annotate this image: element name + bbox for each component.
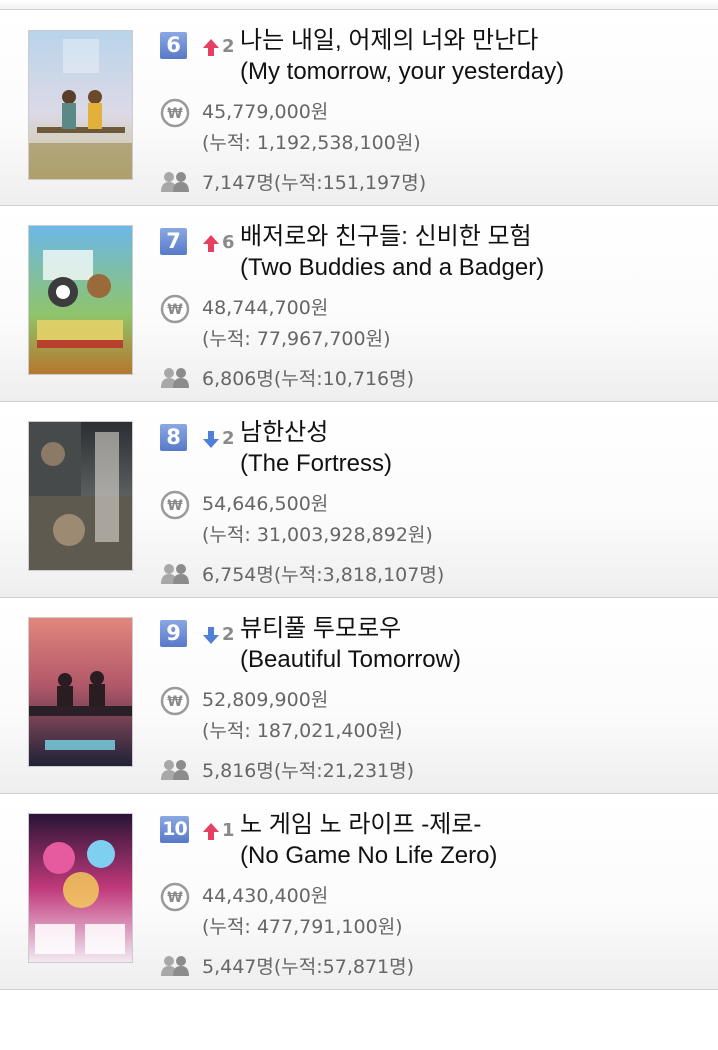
audience-icon xyxy=(161,564,189,584)
movie-row[interactable]: 6 2 나는 내일, 어제의 너와 만난다 (My tomorrow, your… xyxy=(0,10,718,206)
daily-revenue: 44,430,400원 xyxy=(202,885,329,907)
movie-poster[interactable] xyxy=(28,617,133,767)
audience-count: 6,806명(누적:10,716명) xyxy=(202,368,415,390)
title-korean[interactable]: 뷰티풀 투모로우 xyxy=(240,613,710,644)
currency-icon: ₩ xyxy=(160,98,190,128)
daily-revenue: 54,646,500원 xyxy=(202,493,329,515)
rank-badge: 10 xyxy=(160,816,189,843)
daily-revenue: 48,744,700원 xyxy=(202,297,329,319)
movie-poster[interactable] xyxy=(28,813,133,963)
title-korean[interactable]: 남한산성 xyxy=(240,417,710,448)
movie-poster[interactable] xyxy=(28,225,133,375)
audience-count: 6,754명(누적:3,818,107명) xyxy=(202,564,445,586)
audience-count: 5,447명(누적:57,871명) xyxy=(202,956,415,978)
rank-down-icon xyxy=(203,431,219,448)
rank-badge: 7 xyxy=(160,228,187,255)
rank-change: 1 xyxy=(222,820,235,841)
movie-row[interactable]: 8 2 남한산성 (The Fortress) ₩ 54,646,500원 (누… xyxy=(0,402,718,598)
total-revenue: (누적: 31,003,928,892원) xyxy=(202,524,433,546)
rank-down-icon xyxy=(203,627,219,644)
rank-up-icon xyxy=(203,39,219,56)
svg-text:₩: ₩ xyxy=(167,498,183,514)
title-english[interactable]: (My tomorrow, your yesterday) xyxy=(240,56,710,87)
rank-up-icon xyxy=(203,823,219,840)
list-top-edge xyxy=(0,0,718,10)
title-korean[interactable]: 노 게임 노 라이프 -제로- xyxy=(240,809,710,840)
audience-icon xyxy=(161,368,189,388)
svg-text:₩: ₩ xyxy=(167,106,183,122)
total-revenue: (누적: 77,967,700원) xyxy=(202,328,391,350)
box-office-list: 6 2 나는 내일, 어제의 너와 만난다 (My tomorrow, your… xyxy=(0,0,718,990)
rank-change: 2 xyxy=(222,624,235,645)
total-revenue: (누적: 187,021,400원) xyxy=(202,720,403,742)
rank-badge: 6 xyxy=(160,32,187,59)
rank-badge: 9 xyxy=(160,620,187,647)
currency-icon: ₩ xyxy=(160,490,190,520)
total-revenue: (누적: 477,791,100원) xyxy=(202,916,403,938)
movie-row[interactable]: 7 6 배저로와 친구들: 신비한 모험 (Two Buddies and a … xyxy=(0,206,718,402)
audience-count: 7,147명(누적:151,197명) xyxy=(202,172,427,194)
audience-icon xyxy=(161,760,189,780)
movie-row[interactable]: 10 1 노 게임 노 라이프 -제로- (No Game No Life Ze… xyxy=(0,794,718,990)
title-english[interactable]: (No Game No Life Zero) xyxy=(240,840,710,871)
title-english[interactable]: (Two Buddies and a Badger) xyxy=(240,252,710,283)
currency-icon: ₩ xyxy=(160,882,190,912)
title-korean[interactable]: 배저로와 친구들: 신비한 모험 xyxy=(240,221,710,252)
rank-change: 6 xyxy=(222,232,235,253)
rank-change: 2 xyxy=(222,428,235,449)
title-english[interactable]: (Beautiful Tomorrow) xyxy=(240,644,710,675)
movie-poster[interactable] xyxy=(28,421,133,571)
movie-poster[interactable] xyxy=(28,30,133,180)
svg-text:₩: ₩ xyxy=(167,890,183,906)
total-revenue: (누적: 1,192,538,100원) xyxy=(202,132,421,154)
title-korean[interactable]: 나는 내일, 어제의 너와 만난다 xyxy=(240,25,710,56)
currency-icon: ₩ xyxy=(160,294,190,324)
svg-text:₩: ₩ xyxy=(167,694,183,710)
rank-change: 2 xyxy=(222,36,235,57)
audience-icon xyxy=(161,956,189,976)
movie-row[interactable]: 9 2 뷰티풀 투모로우 (Beautiful Tomorrow) ₩ 52,8… xyxy=(0,598,718,794)
svg-text:₩: ₩ xyxy=(167,302,183,318)
daily-revenue: 45,779,000원 xyxy=(202,101,329,123)
rank-up-icon xyxy=(203,235,219,252)
audience-icon xyxy=(161,172,189,192)
title-english[interactable]: (The Fortress) xyxy=(240,448,710,479)
audience-count: 5,816명(누적:21,231명) xyxy=(202,760,415,782)
currency-icon: ₩ xyxy=(160,686,190,716)
daily-revenue: 52,809,900원 xyxy=(202,689,329,711)
rank-badge: 8 xyxy=(160,424,187,451)
